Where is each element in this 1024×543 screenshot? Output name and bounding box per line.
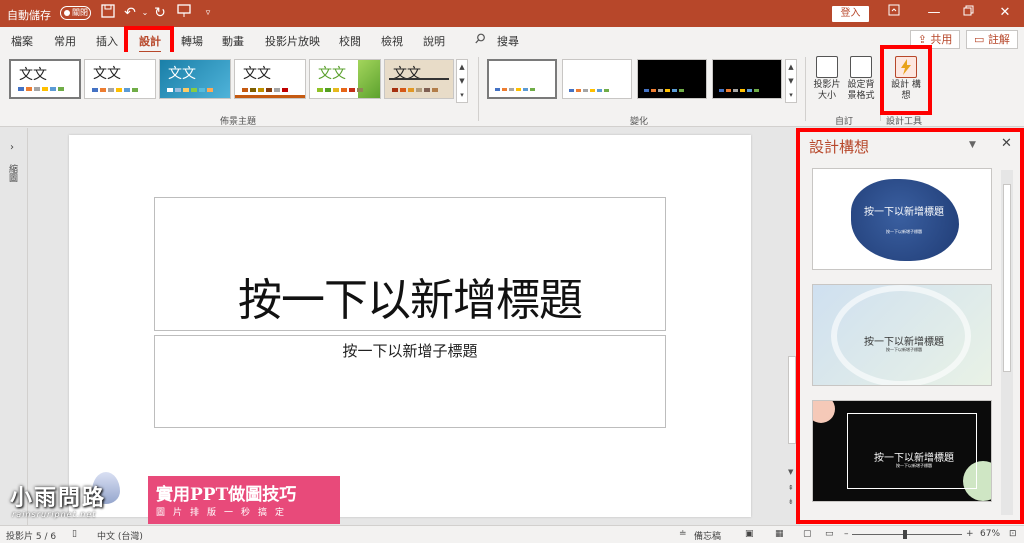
restore-icon[interactable]	[958, 4, 978, 22]
group-separator	[805, 57, 806, 121]
thumbnail-pane-label: 縮圖	[7, 164, 17, 182]
next-slide-icon[interactable]: ⇟	[788, 498, 794, 506]
theme-sample-text: 文文	[19, 67, 47, 83]
notes-button[interactable]: 備忘稿	[694, 529, 721, 542]
tab-transitions[interactable]: 轉場	[181, 33, 203, 49]
slide-size-label: 投影片 大小	[813, 80, 841, 101]
tab-view[interactable]: 檢視	[381, 33, 403, 49]
theme-office-2[interactable]: 文文	[84, 59, 156, 99]
ribbon-design: 文文 文文 文文 文文 文文 文文 ▲ ▼ ▾ 佈景主題 ▲ ▼ ▾ 變化 投影…	[0, 52, 1024, 127]
title-bar: 自動儲存 關閉 ↶ ⌄ ↻ ▿ 登入 — ✕	[0, 0, 1024, 27]
theme-integral[interactable]: 文文	[234, 59, 306, 99]
spelling-check-icon[interactable]: ▯	[72, 529, 77, 539]
format-background-label: 設定背 景格式	[847, 80, 875, 101]
scrollbar-thumb[interactable]	[788, 356, 796, 444]
watermark-tagline: 圖片排版一秒搞定	[156, 508, 293, 518]
powerpoint-window: 自動儲存 關閉 ↶ ⌄ ↻ ▿ 登入 — ✕ 檔案 常用 插入 設計 轉場 動畫…	[0, 0, 1024, 543]
expand-chevron-icon[interactable]: ›	[10, 142, 14, 153]
title-placeholder-text: 按一下以新增標題	[238, 275, 583, 326]
variant-3[interactable]	[637, 59, 707, 99]
ribbon-display-icon[interactable]	[884, 4, 904, 22]
zoom-slider[interactable]	[852, 534, 962, 535]
reading-view-icon[interactable]: ▢	[803, 529, 812, 539]
zoom-out-icon[interactable]: –	[844, 529, 849, 539]
design-ideas-highlight	[880, 45, 932, 115]
prev-slide-icon[interactable]: ⇞	[788, 484, 794, 492]
zoom-in-icon[interactable]: +	[966, 529, 974, 539]
watermark-headline: 實用PPT做圖技巧	[156, 485, 297, 505]
search-icon[interactable]	[475, 33, 486, 47]
variant-1[interactable]	[487, 59, 557, 99]
watermark: 小雨問路 rainsruripnet.net 實用PPT做圖技巧 圖片排版一秒搞…	[0, 470, 340, 524]
watermark-url: rainsruripnet.net	[12, 510, 97, 519]
status-bar: 投影片 5 / 6 ▯ 中文 (台灣) ≐ 備忘稿 ▣ ▦ ▢ ▭ – + 67…	[0, 525, 1024, 543]
thumbnail-pane-collapsed[interactable]: › 縮圖	[0, 128, 28, 525]
group-separator	[478, 57, 479, 121]
slideshow-view-icon[interactable]: ▭	[825, 529, 834, 539]
slide-canvas: 按一下以新增標題 按一下以新增子標題	[69, 135, 751, 517]
redo-icon[interactable]: ↻	[151, 4, 169, 22]
title-placeholder[interactable]: 按一下以新增標題	[154, 197, 666, 331]
theme-ion[interactable]: 文文	[309, 59, 381, 99]
themes-group-label: 佈景主題	[220, 117, 257, 127]
minimize-icon[interactable]: —	[924, 4, 944, 22]
autosave-label: 自動儲存	[7, 9, 51, 22]
scroll-down-icon[interactable]: ▼	[788, 468, 793, 476]
subtitle-placeholder[interactable]: 按一下以新增子標題	[154, 335, 666, 428]
close-icon[interactable]: ✕	[995, 4, 1015, 22]
themes-gallery-scroll[interactable]: ▲ ▼ ▾	[456, 59, 468, 103]
tab-slideshow[interactable]: 投影片放映	[265, 33, 320, 49]
theme-wood-type[interactable]: 文文	[384, 59, 454, 99]
variant-4[interactable]	[712, 59, 782, 99]
share-label: 共用	[930, 33, 953, 46]
fit-to-window-icon[interactable]: ⊡	[1009, 529, 1017, 539]
save-icon[interactable]	[99, 4, 117, 22]
theme-sample-text: 文文	[318, 66, 346, 82]
designer-group-label: 設計工具	[886, 117, 923, 127]
tab-help[interactable]: 說明	[423, 33, 445, 49]
notes-icon[interactable]: ≐	[679, 529, 687, 539]
format-background-button[interactable]: 設定背 景格式	[844, 56, 878, 102]
variants-gallery-scroll[interactable]: ▲ ▼ ▾	[785, 59, 797, 103]
theme-sample-text: 文文	[93, 66, 121, 82]
autosave-toggle[interactable]: 關閉	[60, 6, 91, 20]
slide-sorter-icon[interactable]: ▦	[775, 529, 784, 539]
customize-qat-icon[interactable]: ▿	[199, 4, 217, 22]
normal-view-icon[interactable]: ▣	[745, 529, 754, 539]
design-ideas-pane-highlight	[796, 128, 1024, 524]
customize-group-label: 自訂	[835, 117, 854, 127]
tab-home[interactable]: 常用	[54, 33, 76, 49]
slide-size-icon	[816, 56, 838, 78]
slide-size-button[interactable]: 投影片 大小	[810, 56, 844, 102]
variant-2[interactable]	[562, 59, 632, 99]
sign-in-button[interactable]: 登入	[832, 6, 869, 22]
slide-counter: 投影片 5 / 6	[6, 532, 57, 542]
search-box[interactable]: 搜尋	[497, 33, 519, 49]
watermark-banner: 實用PPT做圖技巧 圖片排版一秒搞定	[148, 476, 340, 524]
theme-sample-text: 文文	[393, 66, 421, 82]
subtitle-placeholder-text: 按一下以新增子標題	[342, 342, 478, 360]
theme-sample-text: 文文	[168, 66, 196, 82]
present-icon[interactable]	[175, 4, 193, 22]
zoom-slider-knob[interactable]	[903, 530, 907, 539]
zoom-level[interactable]: 67%	[980, 529, 1000, 539]
variants-group-label: 變化	[630, 117, 649, 127]
theme-facet[interactable]: 文文	[159, 59, 231, 99]
tab-review[interactable]: 校閱	[339, 33, 361, 49]
comments-button[interactable]: ▭ 註解	[966, 30, 1018, 49]
theme-sample-text: 文文	[243, 66, 271, 82]
format-background-icon	[850, 56, 872, 78]
tab-insert[interactable]: 插入	[96, 33, 118, 49]
comments-label: 註解	[987, 33, 1010, 46]
tab-file[interactable]: 檔案	[11, 33, 33, 49]
tab-animations[interactable]: 動畫	[222, 33, 244, 49]
watermark-site-name: 小雨問路	[10, 485, 107, 511]
comment-icon: ▭	[974, 33, 988, 46]
language-indicator[interactable]: 中文 (台灣)	[97, 529, 143, 542]
theme-office[interactable]: 文文	[9, 59, 81, 99]
